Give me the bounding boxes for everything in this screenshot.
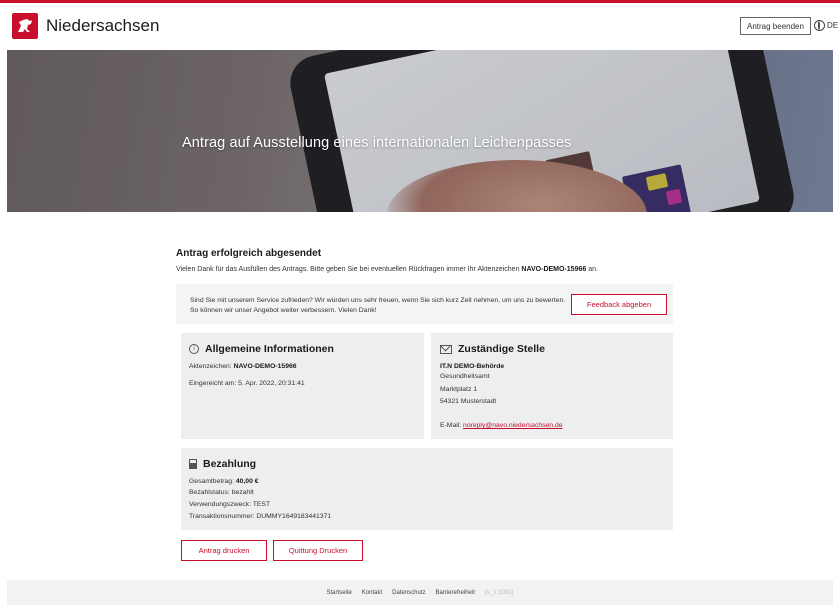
feedback-text: Sind Sie mit unserem Service zufrieden? … [190, 297, 566, 314]
info-icon: i [189, 344, 199, 354]
authority-name: IT.N DEMO-Behörde [440, 363, 504, 370]
confirmation-text-end: an. [586, 266, 598, 273]
confirmation-title: Antrag erfolgreich abgesendet [176, 248, 322, 259]
feedback-box: Sind Sie mit unserem Service zufrieden? … [176, 284, 673, 324]
hero-banner: Antrag auf Ausstellung eines internation… [7, 50, 833, 212]
reference-value: NAVO-DEMO-15966 [233, 363, 297, 370]
payment-title-text: Bezahlung [203, 458, 257, 470]
globe-icon [814, 20, 825, 31]
site-footer: Startseite Kontakt Datenschutz Barrieref… [7, 580, 833, 605]
authority-city: 54321 Musterstadt [440, 398, 497, 405]
email-label: E-Mail: [440, 422, 464, 429]
niedersachsen-horse-logo-icon[interactable] [12, 13, 38, 39]
print-receipt-button[interactable]: Quittung Drucken [273, 540, 363, 561]
reference-line: Aktenzeichen: NAVO-DEMO-15966 [189, 363, 297, 370]
calculator-icon [189, 459, 197, 469]
payment-transaction: Transaktionsnummer: DUMMY1649183441371 [189, 513, 332, 520]
authority-email-line: E-Mail: noreply@navo.niedersachsen.de [440, 422, 563, 429]
submitted-date: Eingereicht am: 5. Apr. 2022, 20:31:41 [189, 380, 305, 387]
payment-purpose: Verwendungszweck: TEST [189, 501, 271, 508]
language-label: DE [827, 21, 839, 30]
authority-department: Gesundheitsamt [440, 373, 490, 380]
authority-title: Zuständige Stelle [440, 343, 545, 355]
footer-link-home[interactable]: Startseite [326, 590, 351, 596]
payment-total-value: 40,00 € [235, 478, 259, 485]
reference-label: Aktenzeichen: [189, 363, 234, 370]
payment-title: Bezahlung [189, 458, 256, 470]
end-application-button[interactable]: Antrag beenden [740, 17, 811, 35]
site-header: Niedersachsen Antrag beenden DE ▾ [0, 3, 840, 48]
envelope-icon [440, 344, 452, 354]
hero-shade [7, 50, 833, 212]
version-label: (v_1.1091) [484, 589, 514, 596]
email-link[interactable]: noreply@navo.niedersachsen.de [463, 422, 562, 429]
general-info-title-text: Allgemeine Informationen [205, 343, 334, 355]
page-title: Antrag auf Ausstellung eines internation… [182, 135, 572, 151]
print-application-button[interactable]: Antrag drucken [181, 540, 267, 561]
authority-name-text: IT.N DEMO-Behörde [440, 363, 505, 370]
payment-status: Bezahlstatus: bezahlt [189, 489, 254, 496]
payment-card: Bezahlung Gesamtbetrag: 40,00 € Bezahlst… [181, 448, 673, 530]
general-info-title: i Allgemeine Informationen [189, 343, 334, 355]
authority-street: Marktplatz 1 [440, 386, 478, 393]
footer-link-accessibility[interactable]: Barrierefreiheit [436, 590, 475, 596]
authority-card: Zuständige Stelle IT.N DEMO-Behörde Gesu… [431, 333, 673, 439]
footer-link-privacy[interactable]: Datenschutz [392, 590, 425, 596]
footer-link-contact[interactable]: Kontakt [362, 590, 382, 596]
authority-title-text: Zuständige Stelle [458, 343, 545, 355]
language-selector[interactable]: DE ▾ [814, 20, 840, 31]
confirmation-text-start: Vielen Dank für das Ausfüllen des Antrag… [176, 266, 522, 273]
confirmation-reference: NAVO-DEMO-15966 [521, 266, 587, 273]
payment-total: Gesamtbetrag: 40,00 € [189, 478, 259, 485]
confirmation-text: Vielen Dank für das Ausfüllen des Antrag… [176, 266, 598, 273]
general-info-card: i Allgemeine Informationen Aktenzeichen:… [181, 333, 424, 439]
brand-name[interactable]: Niedersachsen [46, 16, 159, 36]
payment-total-label: Gesamtbetrag: [189, 478, 236, 485]
feedback-button[interactable]: Feedback abgeben [571, 294, 667, 315]
